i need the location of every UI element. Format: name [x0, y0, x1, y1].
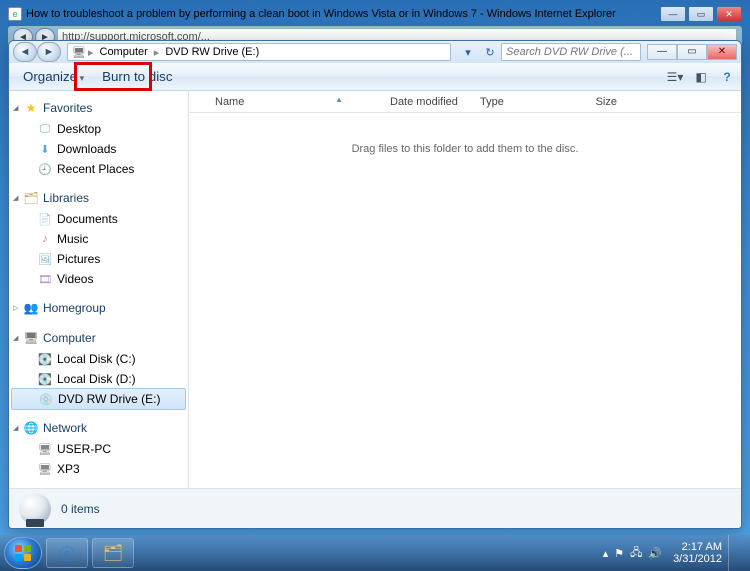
ie-minimize-button[interactable]: —: [660, 6, 686, 22]
pc-icon: 🖥: [37, 441, 53, 457]
sidebar-item-label: Pictures: [57, 252, 100, 266]
empty-folder-hint: Drag files to this folder to add them to…: [189, 113, 741, 185]
sidebar-item-dvd-rw-drive[interactable]: 💿 DVD RW Drive (E:): [11, 388, 186, 410]
network-icon: 🌐: [23, 420, 39, 436]
sidebar-item-label: Local Disk (D:): [57, 372, 136, 386]
sidebar-item-videos[interactable]: 🎞 Videos: [9, 269, 188, 289]
help-button[interactable]: ?: [719, 69, 735, 85]
sidebar-item-recent[interactable]: 🕘 Recent Places: [9, 159, 188, 179]
breadcrumb-dvd[interactable]: DVD RW Drive (E:): [161, 46, 263, 58]
disc-icon: [19, 493, 51, 525]
explorer-maximize-button[interactable]: ▭: [677, 44, 707, 60]
sidebar-item-local-disk-d[interactable]: 💽 Local Disk (D:): [9, 369, 188, 389]
computer-icon: 🖥: [72, 46, 86, 59]
sidebar-item-xp3[interactable]: 🖥 XP3: [9, 459, 188, 479]
recent-icon: 🕘: [37, 161, 53, 177]
sidebar-item-label: Recent Places: [57, 162, 134, 176]
sidebar-item-label: Documents: [57, 212, 118, 226]
ie-favicon: e: [8, 7, 22, 21]
sidebar-item-desktop[interactable]: 🖵 Desktop: [9, 119, 188, 139]
show-desktop-button[interactable]: [728, 535, 738, 571]
breadcrumb-dropdown-button[interactable]: ▾: [459, 43, 477, 61]
taskbar: ⓔ 🗂 ▴ ⚑ 🖧 🔊 2:17 AM 3/31/2012: [0, 535, 750, 571]
taskbar-explorer[interactable]: 🗂: [92, 538, 134, 568]
desktop-icon: 🖵: [37, 121, 53, 137]
sidebar-item-label: USER-PC: [57, 442, 111, 456]
explorer-window: ◄ ► 🖥 ▸ Computer ▸ DVD RW Drive (E:) ▾ ↻…: [8, 40, 742, 529]
burn-to-disc-button[interactable]: Burn to disc: [94, 66, 180, 87]
tray-flag-icon[interactable]: ⚑: [614, 547, 624, 560]
sidebar-libraries-header[interactable]: 🗂 Libraries: [9, 187, 188, 209]
tray-time: 2:17 AM: [673, 541, 722, 553]
chevron-right-icon[interactable]: ▸: [152, 46, 162, 59]
videos-icon: 🎞: [37, 271, 53, 287]
sidebar-libraries-label: Libraries: [43, 191, 89, 205]
forward-button[interactable]: ►: [37, 42, 61, 62]
sidebar-item-label: Music: [57, 232, 88, 246]
homegroup-icon: 👥: [23, 300, 39, 316]
column-headers: Name▲ Date modified Type Size: [189, 91, 741, 113]
column-header-date[interactable]: Date modified: [384, 96, 474, 108]
breadcrumb-computer[interactable]: Computer: [96, 46, 152, 58]
column-header-size[interactable]: Size: [564, 96, 624, 108]
preview-pane-button[interactable]: ◧: [693, 69, 709, 85]
disk-icon: 💽: [37, 351, 53, 367]
search-input[interactable]: [501, 43, 641, 61]
explorer-close-button[interactable]: ✕: [707, 44, 737, 60]
star-icon: ★: [23, 100, 39, 116]
documents-icon: 📄: [37, 211, 53, 227]
tray-date: 3/31/2012: [673, 553, 722, 565]
sidebar-item-label: Local Disk (C:): [57, 352, 136, 366]
column-header-type[interactable]: Type: [474, 96, 564, 108]
ie-maximize-button[interactable]: ▭: [688, 6, 714, 22]
explorer-minimize-button[interactable]: —: [647, 44, 677, 60]
status-text: 0 items: [61, 502, 100, 516]
sort-ascending-icon: ▲: [335, 95, 343, 104]
sidebar-computer-label: Computer: [43, 331, 96, 345]
music-icon: ♪: [37, 231, 53, 247]
column-header-name[interactable]: Name▲: [209, 96, 384, 108]
sidebar-item-local-disk-c[interactable]: 💽 Local Disk (C:): [9, 349, 188, 369]
downloads-icon: ⬇: [37, 141, 53, 157]
organize-button[interactable]: Organize: [15, 66, 92, 87]
refresh-button[interactable]: ↻: [481, 43, 499, 61]
dvd-icon: 💿: [38, 391, 54, 407]
disk-icon: 💽: [37, 371, 53, 387]
ie-close-button[interactable]: ✕: [716, 6, 742, 22]
ie-window-title: How to troubleshoot a problem by perform…: [26, 8, 660, 20]
sidebar-homegroup-label: Homegroup: [43, 301, 106, 315]
sidebar-network-header[interactable]: 🌐 Network: [9, 417, 188, 439]
navigation-sidebar: ★ Favorites 🖵 Desktop ⬇ Downloads 🕘 Recent …: [9, 91, 189, 488]
sidebar-item-label: XP3: [57, 462, 80, 476]
taskbar-ie[interactable]: ⓔ: [46, 538, 88, 568]
tray-network-icon[interactable]: 🖧: [630, 544, 642, 563]
libraries-icon: 🗂: [23, 190, 39, 206]
pc-icon: 🖥: [37, 461, 53, 477]
tray-clock[interactable]: 2:17 AM 3/31/2012: [673, 541, 722, 565]
start-button[interactable]: [4, 537, 42, 569]
breadcrumb[interactable]: 🖥 ▸ Computer ▸ DVD RW Drive (E:): [67, 43, 451, 61]
sidebar-item-downloads[interactable]: ⬇ Downloads: [9, 139, 188, 159]
view-options-button[interactable]: ☰▾: [667, 69, 683, 85]
pictures-icon: 🖼: [37, 251, 53, 267]
sidebar-item-documents[interactable]: 📄 Documents: [9, 209, 188, 229]
sidebar-network-label: Network: [43, 421, 87, 435]
sidebar-homegroup-header[interactable]: 👥 Homegroup: [9, 297, 188, 319]
back-button[interactable]: ◄: [13, 42, 37, 62]
sidebar-item-label: Desktop: [57, 122, 101, 136]
sidebar-item-music[interactable]: ♪ Music: [9, 229, 188, 249]
tray-volume-icon[interactable]: 🔊: [648, 547, 662, 560]
sidebar-computer-header[interactable]: 🖥 Computer: [9, 327, 188, 349]
sidebar-item-label: DVD RW Drive (E:): [58, 392, 160, 406]
tray-show-hidden-icon[interactable]: ▴: [603, 547, 609, 560]
sidebar-favorites-header[interactable]: ★ Favorites: [9, 97, 188, 119]
sidebar-item-user-pc[interactable]: 🖥 USER-PC: [9, 439, 188, 459]
sidebar-item-label: Downloads: [57, 142, 116, 156]
chevron-right-icon[interactable]: ▸: [86, 46, 96, 59]
sidebar-favorites-label: Favorites: [43, 101, 92, 115]
sidebar-item-pictures[interactable]: 🖼 Pictures: [9, 249, 188, 269]
sidebar-item-label: Videos: [57, 272, 93, 286]
computer-icon: 🖥: [23, 330, 39, 346]
